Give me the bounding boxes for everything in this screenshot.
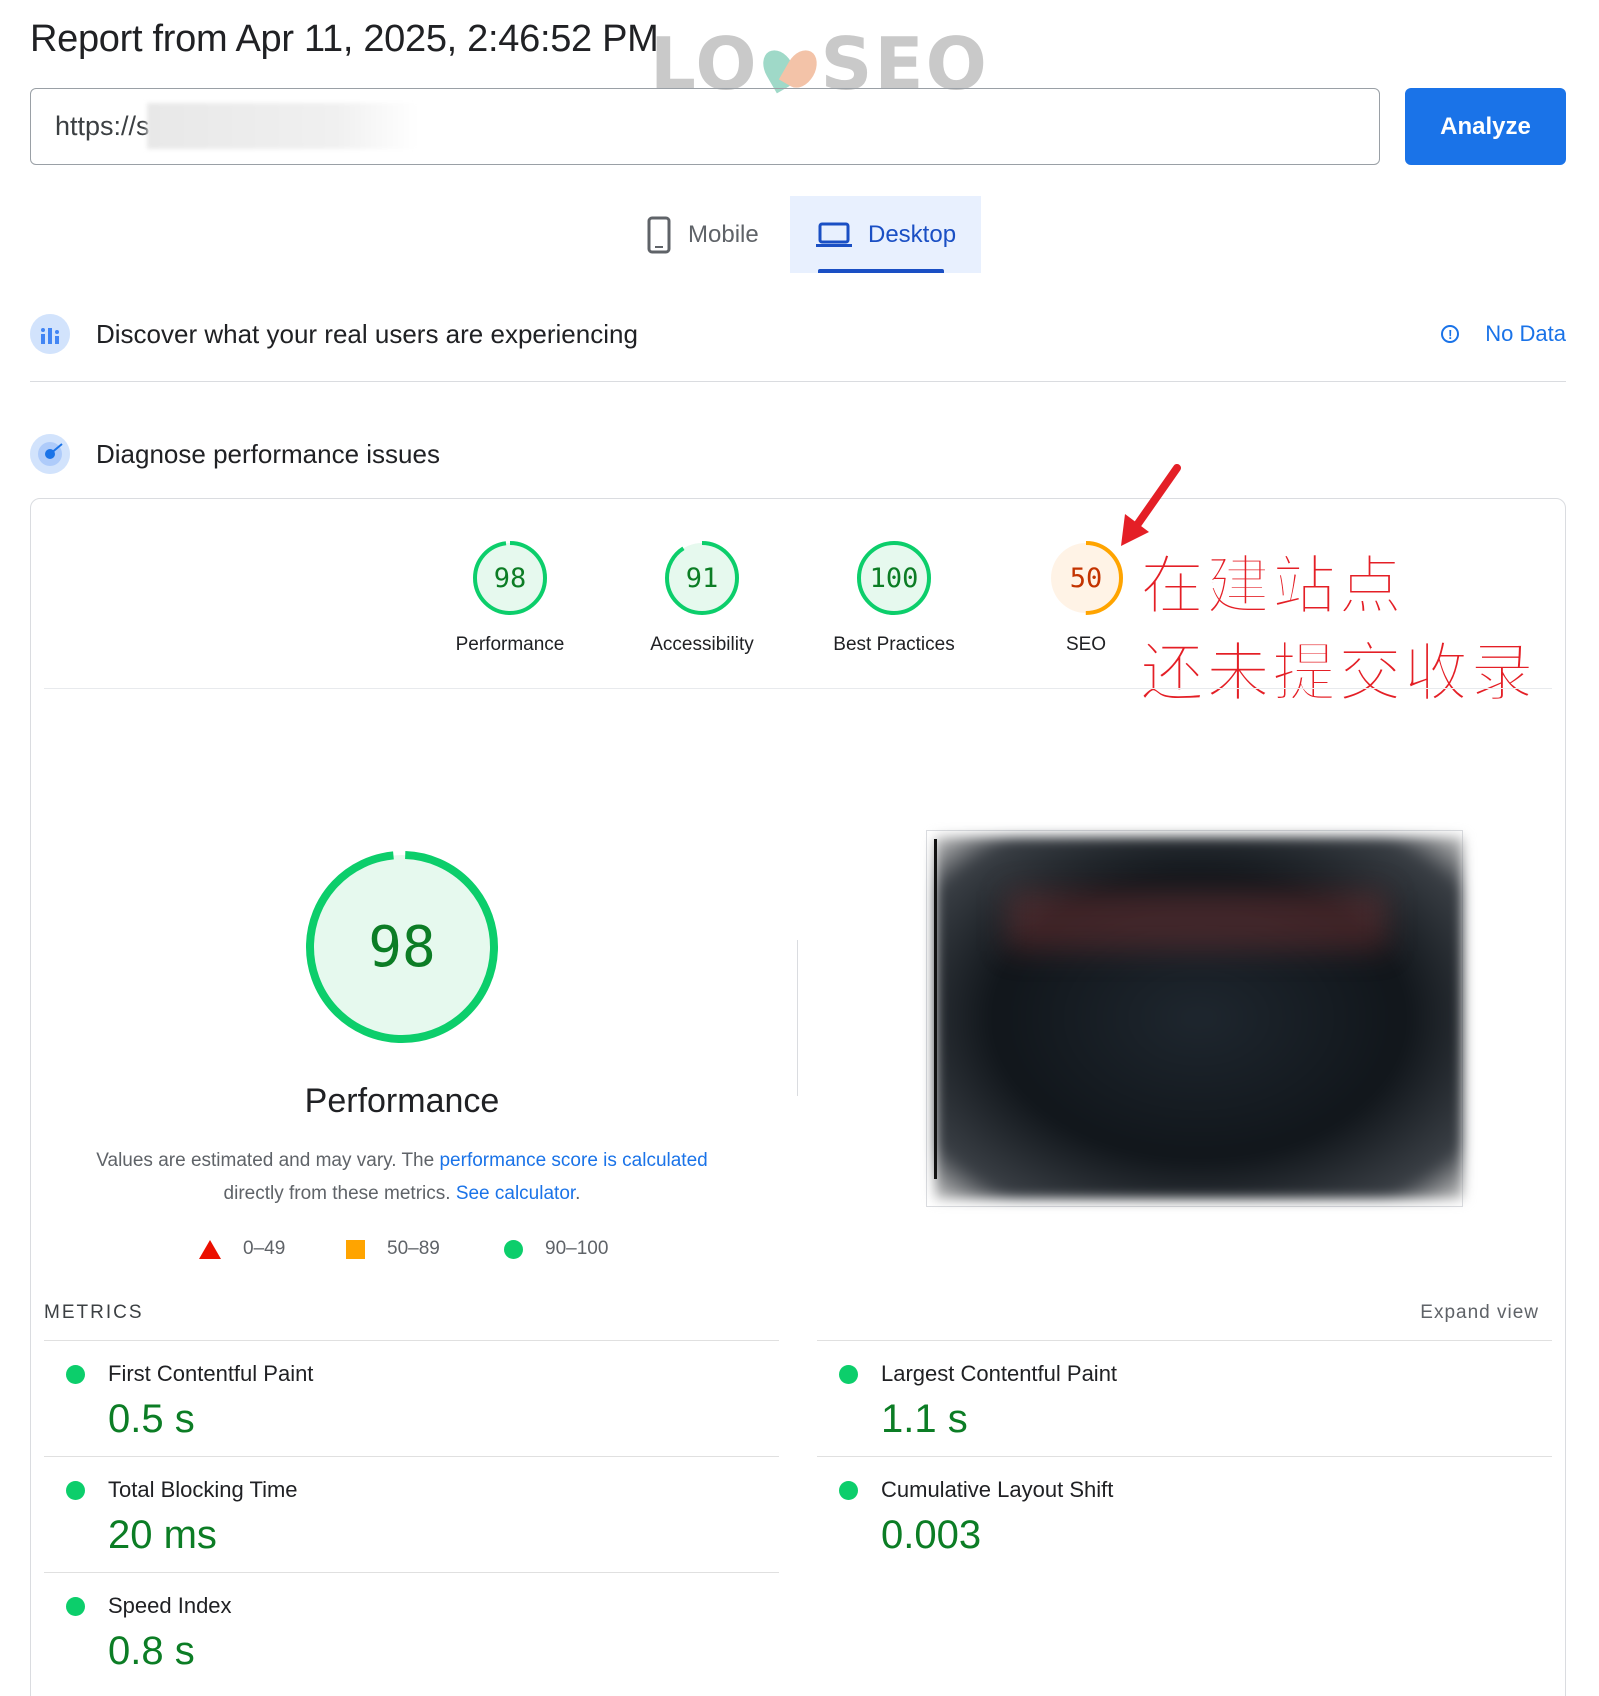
estimate-text: directly from these metrics. — [223, 1183, 456, 1204]
metric-name: Total Blocking Time — [108, 1477, 298, 1502]
pass-dot-icon — [66, 1481, 85, 1500]
pass-dot-icon — [66, 1365, 85, 1384]
score-gauge-accessibility[interactable]: 91 Accessibility — [617, 538, 787, 656]
metric-cls: Cumulative Layout Shift 0.003 — [817, 1456, 1552, 1572]
gauge-ring: 91 — [662, 538, 742, 618]
circle-icon — [504, 1239, 523, 1259]
blurred-screenshot-highlight — [1007, 891, 1387, 951]
see-calculator-link[interactable]: See calculator — [456, 1183, 575, 1204]
laptop-icon — [816, 222, 852, 247]
url-blur-redaction — [147, 103, 417, 149]
annotation-line-2: 还未提交收录 — [1140, 637, 1536, 712]
tab-desktop[interactable]: Desktop — [790, 196, 981, 273]
gauge-value: 50 — [1069, 562, 1103, 594]
report-title: Report from Apr 11, 2025, 2:46:52 PM — [30, 18, 659, 60]
pass-dot-icon — [66, 1597, 85, 1616]
legend-range: 0–49 — [243, 1238, 286, 1259]
metric-value: 1.1 s — [881, 1397, 968, 1441]
pass-dot-icon — [839, 1481, 858, 1500]
url-input-value: https://s — [55, 111, 150, 141]
annotation-line-1: 在建站点 — [1140, 550, 1404, 625]
tab-desktop-underline — [818, 269, 944, 273]
tab-desktop-label: Desktop — [868, 220, 957, 248]
gauge-ring: 100 — [854, 538, 934, 618]
no-data-link[interactable]: ! No Data — [1441, 321, 1566, 347]
pass-dot-icon — [839, 1365, 858, 1384]
metric-value: 0.8 s — [108, 1629, 195, 1673]
gauge-ring: 50 — [1046, 538, 1126, 618]
metric-speed-index: Speed Index 0.8 s — [44, 1572, 779, 1688]
analyze-button[interactable]: Analyze — [1405, 88, 1566, 165]
card-divider — [44, 688, 1552, 689]
gauge-label: Performance — [455, 634, 565, 655]
expand-view-button[interactable]: Expand view — [1420, 1302, 1539, 1324]
metric-value: 0.003 — [881, 1513, 982, 1557]
real-users-section: Discover what your real users are experi… — [30, 310, 1566, 358]
estimate-text: Values are estimated and may vary. The — [96, 1150, 440, 1171]
lighthouse-radar-icon — [30, 434, 70, 474]
score-gauge-best-practices[interactable]: 100 Best Practices — [809, 538, 979, 656]
metric-name: Cumulative Layout Shift — [881, 1477, 1114, 1502]
score-gauge-performance[interactable]: 98 Performance — [425, 538, 595, 656]
metric-value: 20 ms — [108, 1513, 217, 1557]
legend-pass: 90–100 — [504, 1238, 608, 1260]
performance-score-link[interactable]: performance score is calculated — [439, 1150, 707, 1171]
metric-name: Largest Contentful Paint — [881, 1361, 1118, 1386]
crux-users-icon — [30, 314, 70, 354]
info-icon: ! — [1441, 325, 1460, 343]
gauge-ring: 98 — [470, 538, 550, 618]
gauge-value: 91 — [685, 562, 719, 594]
metric-fcp: First Contentful Paint 0.5 s — [44, 1340, 779, 1456]
metric-name: First Contentful Paint — [108, 1361, 314, 1386]
diagnose-title: Diagnose performance issues — [96, 438, 440, 469]
tab-mobile-label: Mobile — [688, 220, 759, 248]
triangle-icon — [199, 1239, 221, 1259]
vertical-divider — [797, 940, 798, 1096]
url-input[interactable]: https://s — [30, 88, 1380, 165]
estimate-note: Values are estimated and may vary. The p… — [60, 1144, 744, 1210]
performance-big-score: 98 — [368, 914, 436, 980]
legend-fail: 0–49 — [199, 1238, 285, 1260]
legend-average: 50–89 — [346, 1238, 440, 1260]
section-divider — [30, 381, 1566, 382]
gauge-value: 100 — [869, 562, 919, 594]
square-icon — [346, 1239, 365, 1259]
metric-tbt: Total Blocking Time 20 ms — [44, 1456, 779, 1572]
estimate-text: . — [575, 1183, 581, 1204]
tab-mobile[interactable]: Mobile — [640, 196, 790, 273]
final-screenshot-thumbnail[interactable] — [926, 830, 1463, 1207]
legend-range: 90–100 — [545, 1238, 609, 1259]
diagnose-section: Diagnose performance issues — [30, 430, 1566, 478]
screenshot-edge — [934, 839, 937, 1179]
real-users-title: Discover what your real users are experi… — [96, 318, 638, 349]
performance-big-gauge: 98 — [305, 850, 499, 1044]
gauge-value: 98 — [493, 562, 527, 594]
no-data-label: No Data — [1485, 321, 1566, 346]
metric-name: Speed Index — [108, 1593, 232, 1618]
gauge-label: Best Practices — [833, 634, 955, 655]
metrics-heading: METRICS — [44, 1302, 144, 1323]
metric-lcp: Largest Contentful Paint 1.1 s — [817, 1340, 1552, 1456]
legend-range: 50–89 — [387, 1238, 440, 1259]
performance-heading: Performance — [304, 1082, 500, 1120]
gauge-label: Accessibility — [650, 634, 754, 655]
mobile-phone-icon — [647, 216, 671, 253]
metric-value: 0.5 s — [108, 1397, 195, 1441]
